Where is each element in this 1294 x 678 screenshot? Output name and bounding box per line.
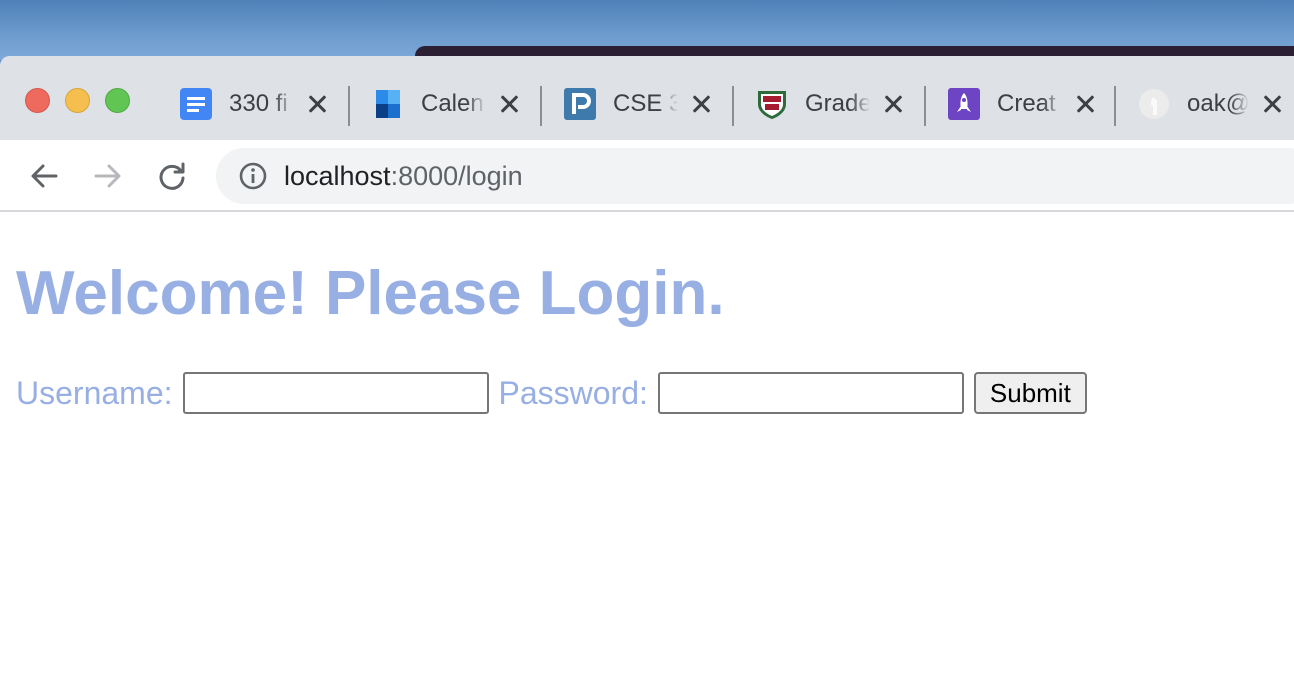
password-input[interactable] bbox=[657, 372, 964, 414]
tab-separator bbox=[924, 86, 926, 126]
forward-arrow-icon bbox=[94, 164, 121, 188]
tab-close-icon[interactable] bbox=[882, 93, 904, 115]
rocket-icon bbox=[948, 88, 980, 120]
login-form: Username: Password: Submit bbox=[16, 372, 1087, 414]
tab-title: Creat bbox=[997, 90, 1056, 117]
reload-button[interactable] bbox=[154, 158, 190, 194]
tab-close-icon[interactable] bbox=[498, 93, 520, 115]
page-title: Welcome! Please Login. bbox=[16, 259, 725, 328]
page-content: Welcome! Please Login. Username: Passwor… bbox=[0, 214, 1294, 678]
back-button[interactable] bbox=[26, 158, 62, 194]
tab-3[interactable]: Grade bbox=[756, 84, 904, 124]
piazza-icon bbox=[564, 88, 596, 120]
tab-title: Calen bbox=[421, 90, 484, 117]
url-path: :8000/login bbox=[390, 160, 523, 191]
github-icon bbox=[1138, 88, 1170, 120]
browser-window: 330 fi Calen CSE 3 Grade Creat oak@ loca… bbox=[0, 56, 1294, 678]
browser-toolbar: localhost:8000/login bbox=[0, 140, 1294, 212]
tab-title: 330 fi bbox=[229, 90, 288, 117]
tab-close-icon[interactable] bbox=[306, 93, 328, 115]
zoom-window-button[interactable] bbox=[105, 88, 130, 113]
forward-button[interactable] bbox=[90, 158, 126, 194]
tab-2[interactable]: CSE 3 bbox=[564, 84, 712, 124]
url-text: localhost:8000/login bbox=[284, 161, 523, 192]
tab-separator bbox=[1114, 86, 1116, 126]
info-icon[interactable] bbox=[238, 161, 268, 191]
close-window-button[interactable] bbox=[25, 88, 50, 113]
tab-title: Grade bbox=[805, 90, 870, 117]
tab-1[interactable]: Calen bbox=[372, 84, 520, 124]
tab-title: oak@ bbox=[1187, 90, 1249, 117]
tab-title: CSE 3 bbox=[613, 90, 678, 117]
username-label: Username: bbox=[16, 374, 173, 411]
address-bar[interactable]: localhost:8000/login bbox=[216, 148, 1294, 204]
username-input[interactable] bbox=[182, 372, 489, 414]
outlook-calendar-icon bbox=[372, 88, 404, 120]
google-docs-icon bbox=[180, 88, 212, 120]
tab-close-icon[interactable] bbox=[1261, 93, 1283, 115]
tab-0[interactable]: 330 fi bbox=[180, 84, 328, 124]
password-label: Password: bbox=[498, 374, 648, 411]
back-arrow-icon bbox=[31, 164, 58, 188]
tab-close-icon[interactable] bbox=[1074, 93, 1096, 115]
university-shield-icon bbox=[756, 88, 788, 120]
reload-icon bbox=[159, 162, 185, 190]
url-host: localhost bbox=[284, 160, 391, 191]
minimize-window-button[interactable] bbox=[65, 88, 90, 113]
submit-button[interactable]: Submit bbox=[973, 372, 1087, 414]
tab-separator bbox=[540, 86, 542, 126]
tab-strip: 330 fi Calen CSE 3 Grade Creat oak@ bbox=[0, 56, 1294, 140]
tab-4[interactable]: Creat bbox=[948, 84, 1096, 124]
tab-close-icon[interactable] bbox=[690, 93, 712, 115]
tab-5[interactable]: oak@ bbox=[1138, 84, 1283, 124]
tab-separator bbox=[732, 86, 734, 126]
tab-separator bbox=[348, 86, 350, 126]
